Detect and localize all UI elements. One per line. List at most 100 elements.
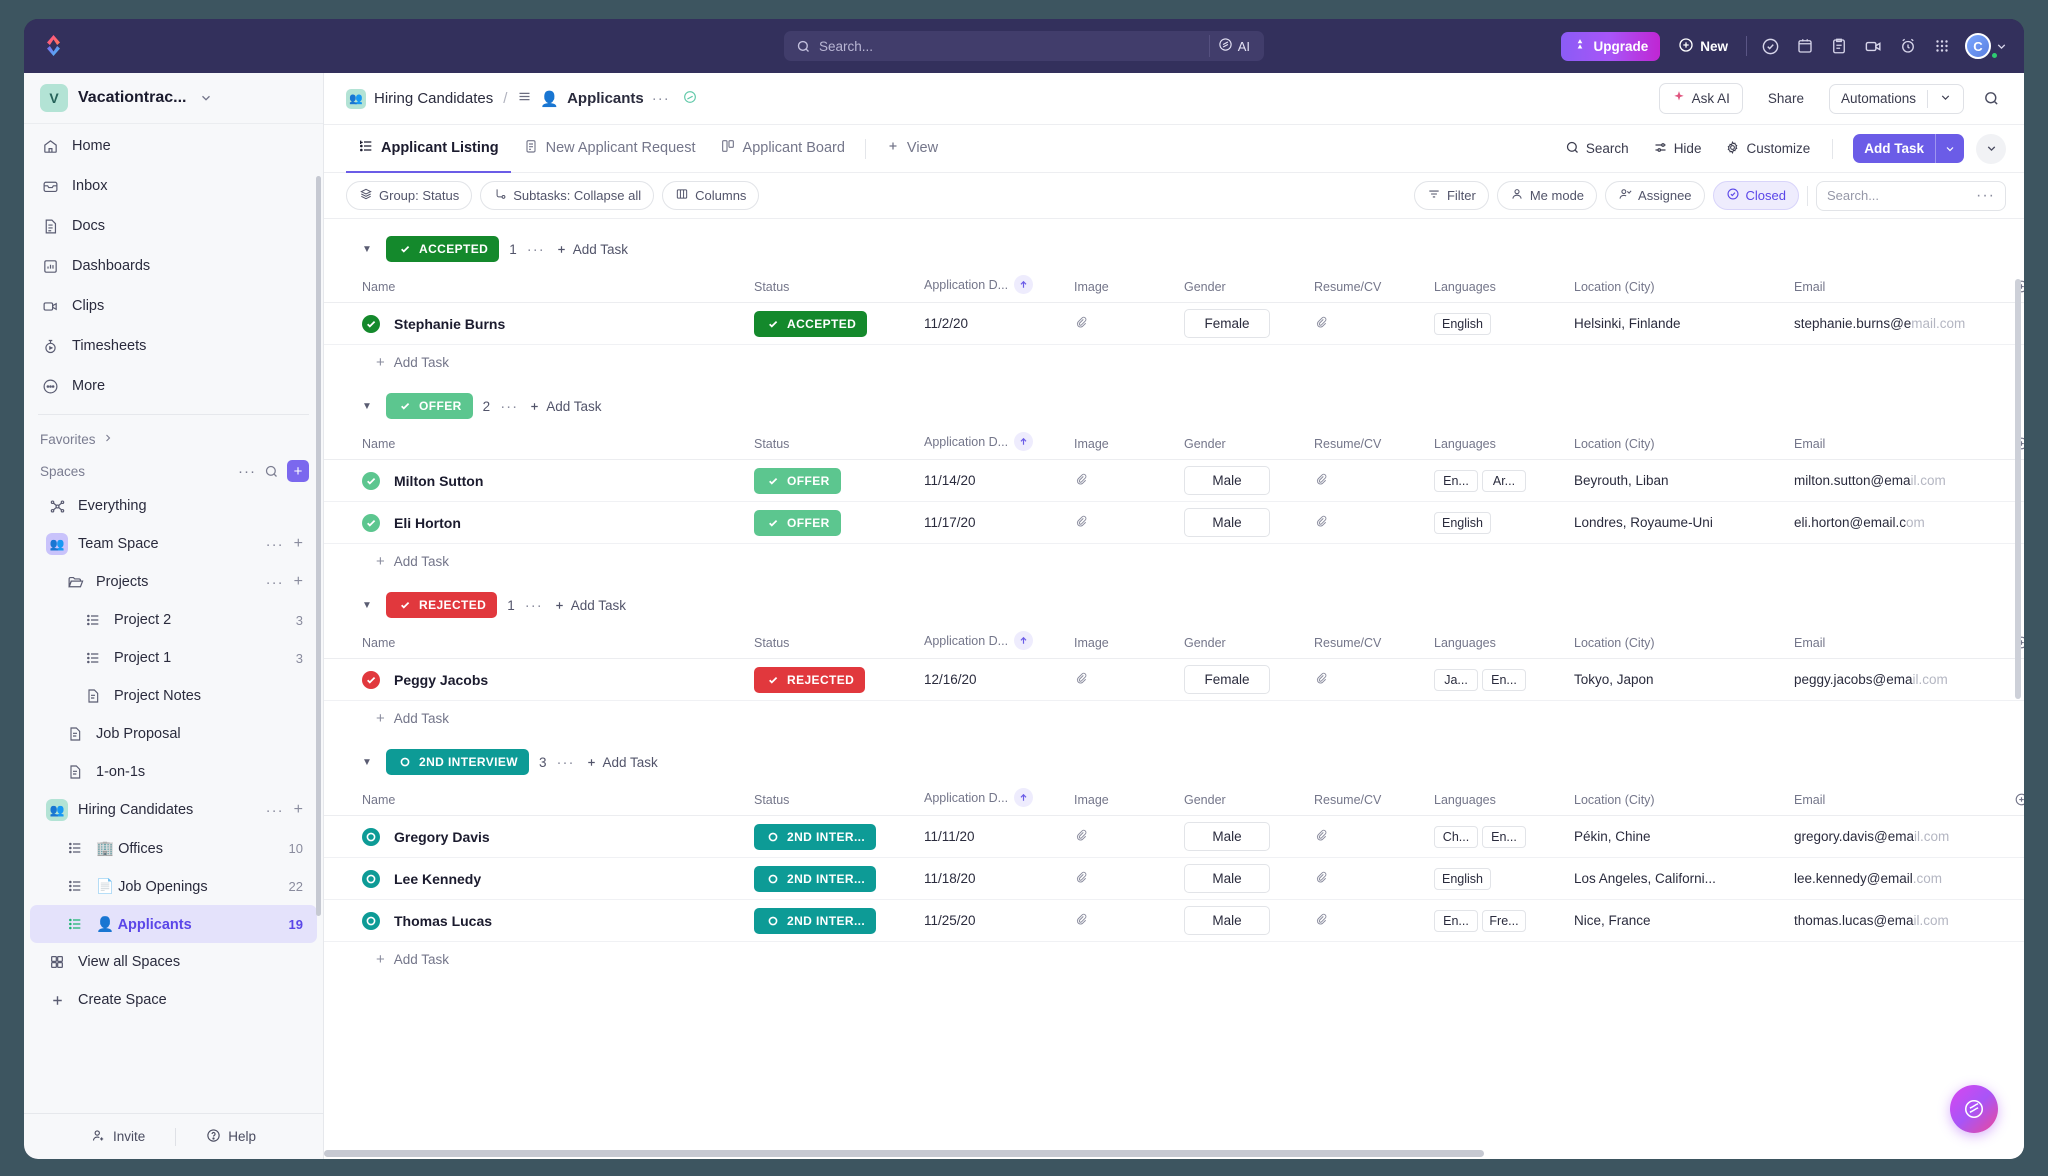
list-more-options-icon[interactable]: ··· xyxy=(1976,187,1995,205)
cell-languages[interactable]: English xyxy=(1424,302,1564,345)
cell-application-date[interactable]: 11/11/20 xyxy=(914,815,1064,858)
video-icon[interactable] xyxy=(1862,35,1885,58)
folder-options-icon[interactable]: ··· xyxy=(266,574,284,591)
cell-languages[interactable]: Ja... En... xyxy=(1424,658,1564,701)
subtasks-chip[interactable]: Subtasks: Collapse all xyxy=(480,181,655,210)
add-view-button[interactable]: View xyxy=(874,126,950,173)
clipboard-icon[interactable] xyxy=(1828,35,1850,57)
cell-gender[interactable]: Female xyxy=(1174,302,1304,345)
row-status-icon[interactable] xyxy=(362,869,380,888)
cell-languages[interactable]: En... Fre... xyxy=(1424,899,1564,942)
cell-location[interactable]: Helsinki, Finlande xyxy=(1564,302,1784,345)
sidebar-item-inbox[interactable]: Inbox xyxy=(24,166,323,206)
column-header-date[interactable]: Application D... xyxy=(914,782,1064,816)
column-header-resume[interactable]: Resume/CV xyxy=(1304,782,1424,816)
language-tag[interactable]: Ar... xyxy=(1482,469,1526,492)
table-row[interactable]: Stephanie Burns ACCEPTED 11/2/20 Female Engl… xyxy=(324,302,2024,345)
cell-languages[interactable]: Ch... En... xyxy=(1424,815,1564,858)
cell-location[interactable]: Los Angeles, Californi... xyxy=(1564,857,1784,900)
column-header-gender[interactable]: Gender xyxy=(1174,426,1304,460)
cell-status[interactable]: ACCEPTED xyxy=(744,302,914,345)
assignee-chip[interactable]: Assignee xyxy=(1605,181,1705,210)
cell-application-date[interactable]: 11/18/20 xyxy=(914,857,1064,900)
me-mode-chip[interactable]: Me mode xyxy=(1496,181,1598,210)
column-header-date[interactable]: Application D... xyxy=(914,426,1064,460)
column-header-image[interactable]: Image xyxy=(1064,782,1174,816)
cell-application-date[interactable]: 11/2/20 xyxy=(914,302,1064,345)
cell-image[interactable] xyxy=(1064,501,1174,544)
cell-status[interactable]: 2ND INTER... xyxy=(744,899,914,942)
column-header-languages[interactable]: Languages xyxy=(1424,782,1564,816)
sidebar-item-more[interactable]: More xyxy=(24,366,323,406)
add-task-row[interactable]: + Add Task xyxy=(324,701,2024,736)
status-badge[interactable]: OFFER xyxy=(754,509,841,536)
cell-email[interactable]: milton.sutton@email.com xyxy=(1784,459,2004,502)
table-row[interactable]: Gregory Davis 2ND INTER... 11/11/20 Male Ch.… xyxy=(324,815,2024,858)
cell-resume[interactable] xyxy=(1304,658,1424,701)
table-horizontal-scrollbar[interactable] xyxy=(324,1150,1484,1157)
breadcrumb-list[interactable]: Applicants xyxy=(567,90,644,107)
column-header-location[interactable]: Location (City) xyxy=(1564,782,1784,816)
sidebar-item-projects-folder[interactable]: Projects ··· + xyxy=(30,563,317,601)
ai-button[interactable]: AI xyxy=(1208,35,1258,57)
row-status-icon[interactable] xyxy=(362,471,380,490)
space-options-icon[interactable]: ··· xyxy=(266,802,284,819)
column-header-location[interactable]: Location (City) xyxy=(1564,625,1784,659)
cell-name[interactable]: Milton Sutton xyxy=(324,459,744,502)
add-column-header[interactable] xyxy=(2004,269,2024,303)
share-button[interactable]: Share xyxy=(1755,84,1817,113)
tab-new-applicant-request[interactable]: New Applicant Request xyxy=(511,126,708,173)
row-status-icon[interactable] xyxy=(362,513,380,532)
tab-applicant-board[interactable]: Applicant Board xyxy=(708,126,857,173)
cell-status[interactable]: 2ND INTER... xyxy=(744,857,914,900)
alarm-clock-icon[interactable] xyxy=(1897,35,1919,57)
filter-chip[interactable]: Filter xyxy=(1413,181,1489,210)
ask-ai-button[interactable]: Ask AI xyxy=(1658,83,1743,114)
add-to-folder-icon[interactable]: + xyxy=(294,573,303,591)
row-status-icon[interactable] xyxy=(362,670,380,689)
add-column-header[interactable] xyxy=(2004,625,2024,659)
column-header-status[interactable]: Status xyxy=(744,426,914,460)
column-header-image[interactable]: Image xyxy=(1064,625,1174,659)
cell-email[interactable]: stephanie.burns@email.com xyxy=(1784,302,2004,345)
sidebar-item-job-openings[interactable]: 📄 Job Openings 22 xyxy=(30,867,317,905)
cell-name[interactable]: Eli Horton xyxy=(324,501,744,544)
add-task-row[interactable]: + Add Task xyxy=(324,345,2024,380)
column-header-email[interactable]: Email xyxy=(1784,269,2004,303)
group-add-task-button[interactable]: Add Task xyxy=(555,242,628,257)
sidebar-item-1-on-1s[interactable]: 1-on-1s xyxy=(30,753,317,791)
status-badge[interactable]: 2ND INTER... xyxy=(754,823,877,850)
group-status-badge[interactable]: REJECTED xyxy=(386,592,498,618)
column-header-status[interactable]: Status xyxy=(744,269,914,303)
add-space-button[interactable]: + xyxy=(287,460,309,482)
column-header-name[interactable]: Name xyxy=(324,625,744,659)
search-icon[interactable] xyxy=(1976,84,2006,114)
sidebar-item-applicants[interactable]: 👤 Applicants 19 xyxy=(30,905,317,943)
column-header-languages[interactable]: Languages xyxy=(1424,625,1564,659)
cell-gender[interactable]: Male xyxy=(1174,501,1304,544)
group-add-task-button[interactable]: Add Task xyxy=(528,399,601,414)
ai-assistant-fab[interactable] xyxy=(1950,1085,1998,1133)
column-header-status[interactable]: Status xyxy=(744,782,914,816)
help-button[interactable]: Help xyxy=(176,1128,286,1146)
collapse-group-caret-icon[interactable]: ▼ xyxy=(362,757,376,768)
cell-image[interactable] xyxy=(1064,899,1174,942)
cell-gender[interactable]: Male xyxy=(1174,857,1304,900)
tab-applicant-listing[interactable]: Applicant Listing xyxy=(346,126,511,173)
group-add-task-button[interactable]: Add Task xyxy=(585,755,658,770)
add-to-space-icon[interactable]: + xyxy=(294,535,303,553)
add-task-dropdown-button[interactable] xyxy=(1936,136,1964,162)
status-badge[interactable]: 2ND INTER... xyxy=(754,907,877,934)
calendar-icon[interactable] xyxy=(1794,35,1816,57)
group-more-options-icon[interactable]: ··· xyxy=(525,597,543,614)
cell-name[interactable]: Stephanie Burns xyxy=(324,302,744,345)
sidebar-item-clips[interactable]: Clips xyxy=(24,286,323,326)
status-badge[interactable]: OFFER xyxy=(754,467,841,494)
ai-sparkle-icon[interactable] xyxy=(682,89,698,109)
sidebar-item-timesheets[interactable]: Timesheets xyxy=(24,326,323,366)
workspace-switcher[interactable]: V Vacationtrac... xyxy=(24,73,323,124)
language-tag[interactable]: En... xyxy=(1482,825,1526,848)
hide-button[interactable]: Hide xyxy=(1643,134,1712,164)
group-status-badge[interactable]: ACCEPTED xyxy=(386,236,500,262)
sidebar-item-project-notes[interactable]: Project Notes xyxy=(30,677,317,715)
